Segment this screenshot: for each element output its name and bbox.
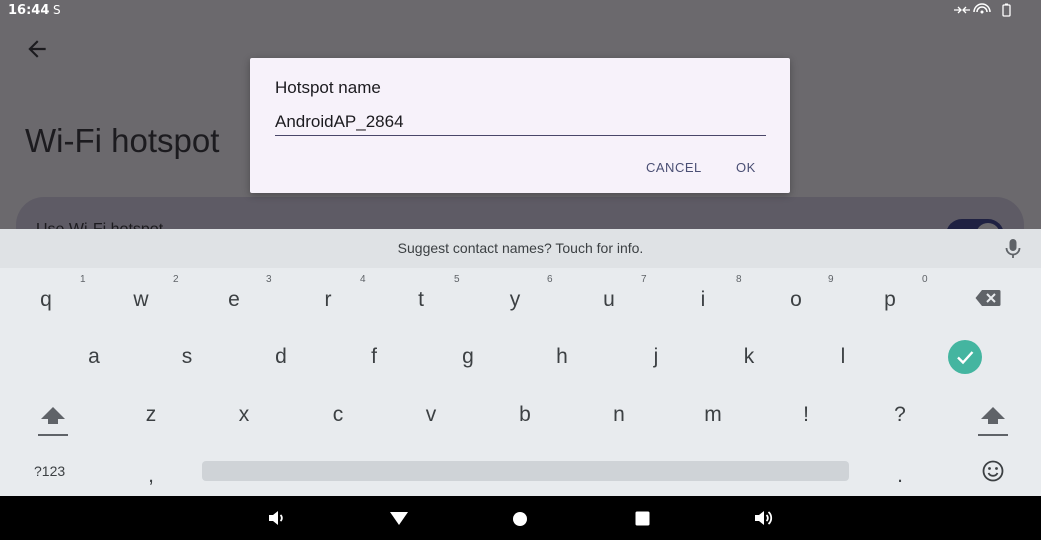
key-hint-1: 1 — [80, 274, 86, 285]
key-hint-2: 2 — [173, 274, 179, 285]
key-y[interactable]: y — [485, 275, 545, 325]
key-z[interactable]: z — [121, 390, 181, 440]
on-screen-keyboard: Suggest contact names? Touch for info. q… — [0, 229, 1041, 496]
key-c[interactable]: c — [308, 390, 368, 440]
key-v[interactable]: v — [401, 390, 461, 440]
ok-button[interactable]: OK — [736, 160, 756, 175]
page-title: Wi-Fi hotspot — [25, 122, 220, 159]
key-x[interactable]: x — [214, 390, 274, 440]
key-hint-6: 6 — [547, 274, 553, 285]
volume-up-icon[interactable] — [753, 507, 775, 533]
app-notification-icon: S — [53, 3, 61, 17]
status-bar: 16:44 S — [0, 0, 1041, 22]
key-f[interactable]: f — [344, 332, 404, 382]
volume-down-icon[interactable] — [266, 508, 286, 532]
key-a[interactable]: a — [64, 332, 124, 382]
key-hint-8: 8 — [736, 274, 742, 285]
hotspot-toggle-label: Use Wi-Fi hotspot — [36, 221, 163, 229]
key-comma[interactable]: , — [121, 451, 181, 501]
suggestion-text[interactable]: Suggest contact names? Touch for info. — [0, 240, 1041, 256]
navigation-bar — [0, 496, 1041, 540]
dialog-title: Hotspot name — [275, 78, 381, 97]
key-w[interactable]: w — [111, 275, 171, 325]
recents-square-icon[interactable] — [635, 511, 650, 530]
shift-icon — [38, 407, 68, 436]
key-hint-4: 4 — [360, 274, 366, 285]
back-triangle-icon[interactable] — [389, 510, 409, 530]
key-hint-9: 9 — [828, 274, 834, 285]
key-g[interactable]: g — [438, 332, 498, 382]
key-k[interactable]: k — [719, 332, 779, 382]
hotspot-toggle-card[interactable]: Use Wi-Fi hotspot — [16, 197, 1024, 229]
key-h[interactable]: h — [532, 332, 592, 382]
checkmark-icon — [957, 351, 974, 365]
key-exclamation[interactable]: ! — [776, 390, 836, 440]
key-hint-3: 3 — [266, 274, 272, 285]
key-j[interactable]: j — [626, 332, 686, 382]
key-m[interactable]: m — [683, 390, 743, 440]
suggestion-bar[interactable]: Suggest contact names? Touch for info. — [0, 229, 1041, 268]
key-b[interactable]: b — [495, 390, 555, 440]
key-s[interactable]: s — [157, 332, 217, 382]
space-bar[interactable] — [202, 461, 849, 481]
status-icons — [953, 3, 1015, 20]
key-q[interactable]: q — [16, 275, 76, 325]
shift-left-key[interactable] — [38, 405, 68, 441]
data-transfer-icon — [954, 3, 1011, 17]
emoji-icon[interactable] — [982, 460, 1004, 486]
key-e[interactable]: e — [204, 275, 264, 325]
key-t[interactable]: t — [391, 275, 451, 325]
key-l[interactable]: l — [813, 332, 873, 382]
symbols-key[interactable]: ?123 — [34, 463, 65, 479]
home-circle-icon[interactable] — [512, 511, 528, 531]
key-p[interactable]: p — [860, 275, 920, 325]
microphone-icon[interactable] — [1004, 238, 1022, 260]
shift-icon — [978, 407, 1008, 436]
backspace-icon[interactable] — [975, 289, 1001, 311]
key-period[interactable]: . — [870, 451, 930, 501]
key-hint-7: 7 — [641, 274, 647, 285]
cancel-button[interactable]: CANCEL — [646, 160, 702, 175]
back-arrow-icon[interactable] — [24, 36, 50, 62]
hotspot-toggle[interactable] — [946, 219, 1004, 229]
hotspot-name-dialog: Hotspot name CANCEL OK — [250, 58, 790, 193]
done-key[interactable] — [948, 340, 982, 374]
key-hint-5: 5 — [454, 274, 460, 285]
key-u[interactable]: u — [579, 275, 639, 325]
key-n[interactable]: n — [589, 390, 649, 440]
key-question[interactable]: ? — [870, 390, 930, 440]
shift-right-key[interactable] — [978, 405, 1008, 441]
key-hint-0: 0 — [922, 274, 928, 285]
key-d[interactable]: d — [251, 332, 311, 382]
status-time: 16:44 — [8, 3, 50, 18]
key-i[interactable]: i — [673, 275, 733, 325]
key-r[interactable]: r — [298, 275, 358, 325]
key-o[interactable]: o — [766, 275, 826, 325]
hotspot-name-input[interactable] — [275, 108, 766, 136]
